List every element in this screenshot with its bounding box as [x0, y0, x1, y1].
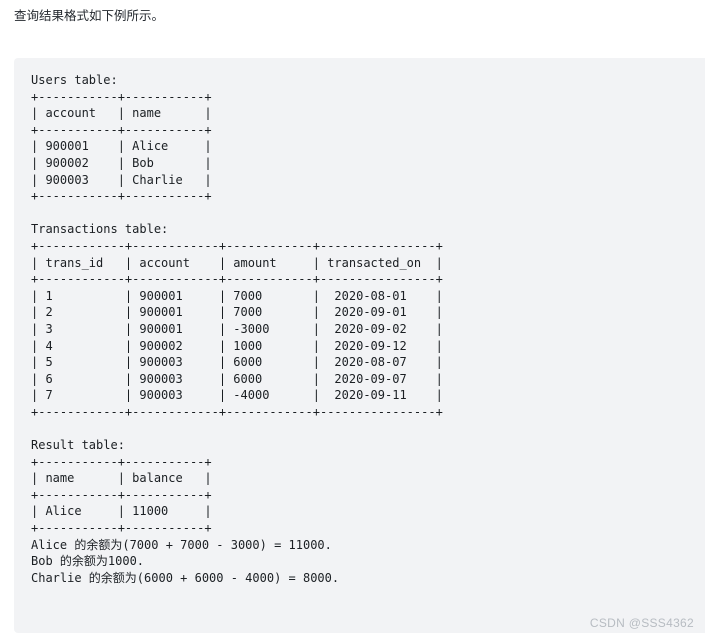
code-line: Bob 的余额为1000. — [31, 554, 145, 569]
code-line: Result table: — [31, 438, 125, 453]
code-line: | 1 | 900001 | 7000 | 2020-08-01 | — [31, 288, 443, 303]
intro-text: 查询结果格式如下例所示。 — [14, 9, 165, 23]
code-line: +-----------+-----------+ — [31, 487, 212, 502]
code-line: Alice 的余额为(7000 + 7000 - 3000) = 11000. — [31, 537, 332, 552]
code-line: Transactions table: — [31, 222, 169, 237]
code-line: +-----------+-----------+ — [31, 122, 212, 137]
code-line: +-----------+-----------+ — [31, 521, 212, 536]
code-line: Charlie 的余额为(6000 + 6000 - 4000) = 8000. — [31, 570, 340, 585]
code-line: | name | balance | — [31, 471, 212, 486]
page-root: { "intro": { "text": "查询结果格式如下例所示。" }, "… — [0, 0, 705, 643]
code-line: +-----------+-----------+ — [31, 89, 212, 104]
code-line: | 900003 | Charlie | — [31, 172, 212, 187]
code-block-content: Users table: +-----------+-----------+ | a… — [14, 58, 705, 600]
code-line: | 3 | 900001 | -3000 | 2020-09-02 | — [31, 321, 443, 336]
code-line: | 900002 | Bob | — [31, 155, 212, 170]
code-line: Users table: — [31, 73, 118, 87]
code-line: | 5 | 900003 | 6000 | 2020-08-07 | — [31, 355, 443, 370]
code-line: +------------+------------+------------+… — [31, 238, 443, 253]
code-line: | 6 | 900003 | 6000 | 2020-09-07 | — [31, 371, 443, 386]
code-line: +-----------+-----------+ — [31, 189, 212, 204]
watermark-label: CSDN @SSS4362 — [589, 616, 694, 630]
code-line: +------------+------------+------------+… — [31, 272, 443, 287]
code-line: | account | name | — [31, 106, 212, 121]
code-line: +------------+------------+------------+… — [31, 404, 443, 419]
code-line: | trans_id | account | amount | transact… — [31, 255, 443, 270]
code-line: +-----------+-----------+ — [31, 454, 212, 469]
code-line: | Alice | 11000 | — [31, 504, 212, 519]
code-line: | 4 | 900002 | 1000 | 2020-09-12 | — [31, 338, 443, 353]
code-line: | 900001 | Alice | — [31, 139, 212, 154]
code-line: | 2 | 900001 | 7000 | 2020-09-01 | — [31, 305, 443, 320]
code-block: Users table: +-----------+-----------+ | a… — [14, 58, 705, 633]
code-line: | 7 | 900003 | -4000 | 2020-09-11 | — [31, 388, 443, 403]
